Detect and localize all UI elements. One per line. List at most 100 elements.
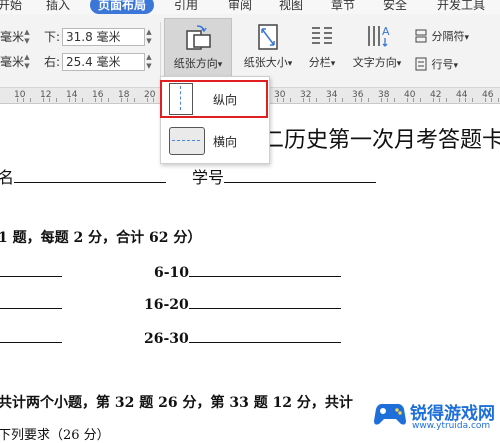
orientation-label: 纸张方向: [173, 57, 218, 70]
ruler-tick: [81, 98, 83, 102]
ruler-tick: [413, 98, 414, 102]
orientation-button[interactable]: 纸张方向▾: [164, 18, 232, 82]
name-label-text: 名: [0, 168, 15, 187]
ruler-tick: [23, 98, 24, 102]
margin-right-label: 右:: [44, 55, 61, 69]
section2-heading: 共计两个小题，第 32 题 26 分，第 33 题 12 分，共计: [0, 395, 353, 411]
ruler-tick: [75, 98, 76, 102]
text-direction-label: 文字方向: [352, 56, 397, 69]
ruler-tick: [341, 98, 343, 102]
ribbon-separator: [160, 22, 161, 78]
ruler-tick: [393, 98, 395, 102]
site-watermark: 锐得游戏网 www.ytruida.com: [372, 397, 498, 435]
student-id-label: 学号: [192, 164, 377, 188]
ruler-tick: [387, 98, 388, 102]
answer-row-26-30: 26-30: [144, 328, 341, 347]
landscape-page-icon: [169, 127, 205, 155]
chevron-down-icon: ▾: [217, 60, 223, 70]
chevron-down-icon: ▾: [396, 59, 402, 69]
margin-bottom-input[interactable]: 31.8 毫米: [62, 28, 145, 46]
tab-review[interactable]: 审阅: [228, 0, 252, 13]
margin-bottom-spinner[interactable]: ▲ ▼: [144, 28, 154, 46]
ruler-tick: [309, 98, 310, 102]
tab-security[interactable]: 安全: [383, 0, 407, 13]
name-blank: [14, 168, 167, 183]
answer-blank: [188, 328, 341, 343]
answer-label-26-30: 26-30: [144, 331, 189, 347]
ruler-tick: [120, 98, 122, 102]
margin-left-spinner[interactable]: ▲ ▼: [22, 53, 32, 71]
svg-text:A: A: [382, 25, 390, 38]
section1-heading: 1 题，每题 2 分，合计 62 分）: [0, 230, 202, 246]
separator-button[interactable]: 分隔符▾: [414, 28, 469, 44]
ruler-tick: [471, 98, 473, 102]
answer-row-6-10: 6-10: [154, 262, 342, 281]
ruler-tick: [484, 98, 486, 102]
ruler-tick: [289, 98, 291, 102]
margin-right-spinner[interactable]: ▲ ▼: [144, 53, 154, 71]
line-number-icon: [415, 57, 427, 71]
ruler-tick: [42, 98, 44, 102]
answer-blank: [188, 294, 341, 309]
ruler-tick: [276, 98, 278, 102]
text-direction-button[interactable]: A 文字方向▾: [346, 18, 408, 80]
ruler-tick: [315, 98, 317, 102]
section2-sub: 下列要求（26 分）: [0, 428, 110, 443]
answer-row-3: [0, 328, 62, 347]
line-number-label: 行号: [431, 58, 454, 71]
margin-right-field: 右: 25.4 毫米 ▲ ▼: [44, 53, 156, 71]
ruler-tick: [465, 98, 466, 102]
ruler-tick: [367, 98, 369, 102]
landscape-dash: [172, 140, 200, 141]
tab-view[interactable]: 视图: [279, 0, 303, 13]
line-number-button[interactable]: 行号▾: [414, 56, 458, 72]
ruler-tick: [406, 98, 408, 102]
separator-label: 分隔符: [431, 30, 465, 43]
columns-button[interactable]: 分栏▾: [300, 18, 344, 80]
answer-row-2: [0, 294, 62, 313]
margin-top-value: 毫米: [0, 30, 25, 44]
gamepad-logo-icon: [374, 403, 406, 425]
name-label: 名: [0, 164, 167, 188]
margin-top-field[interactable]: 毫米 ▲ ▼: [0, 28, 30, 46]
chevron-down-icon: ▾: [330, 59, 336, 69]
student-id-blank: [224, 168, 377, 183]
answer-row-1: [0, 262, 62, 281]
document-title: 二历史第一次月考答题卡: [262, 128, 500, 153]
tab-page-layout[interactable]: 页面布局: [90, 0, 155, 14]
tab-home[interactable]: 开始: [0, 0, 22, 13]
ruler-tick: [49, 98, 50, 102]
ruler-tick: [328, 98, 330, 102]
margin-top-spinner[interactable]: ▲ ▼: [22, 28, 32, 46]
chevron-down-icon: ▾: [453, 61, 459, 71]
tab-references[interactable]: 引用: [174, 0, 198, 13]
margin-right-input[interactable]: 25.4 毫米: [62, 53, 145, 71]
answer-blank: [0, 328, 62, 343]
columns-icon: [312, 27, 332, 44]
answer-label-6-10: 6-10: [154, 265, 190, 281]
landscape-label: 横向: [213, 135, 238, 149]
ruler-tick: [283, 98, 284, 102]
ruler-tick: [146, 98, 148, 102]
chevron-down-icon: ▾: [287, 59, 293, 69]
margin-left-field[interactable]: 毫米 ▲ ▼: [0, 53, 30, 71]
answer-row-16-20: 16-20: [144, 294, 341, 313]
ruler-tick: [445, 98, 447, 102]
separator-icon: [415, 29, 427, 43]
tab-developer[interactable]: 开发工具: [437, 0, 485, 13]
page-orientation-icon: [186, 25, 211, 50]
ruler-tick: [133, 98, 135, 102]
answer-label-16-20: 16-20: [144, 297, 189, 313]
answer-blank: [0, 294, 62, 309]
paper-size-button[interactable]: 纸张大小▾: [238, 18, 298, 80]
landscape-option[interactable]: 横向: [169, 125, 261, 161]
student-id-label-text: 学号: [192, 168, 225, 187]
ruler-tick: [153, 98, 154, 102]
tab-insert[interactable]: 插入: [46, 0, 70, 13]
answer-blank: [0, 262, 62, 277]
ruler-tick: [432, 98, 434, 102]
text-direction-icon: A: [368, 25, 390, 47]
paper-size-icon: [258, 24, 278, 50]
tab-section[interactable]: 章节: [331, 0, 355, 13]
columns-label: 分栏: [308, 56, 331, 69]
